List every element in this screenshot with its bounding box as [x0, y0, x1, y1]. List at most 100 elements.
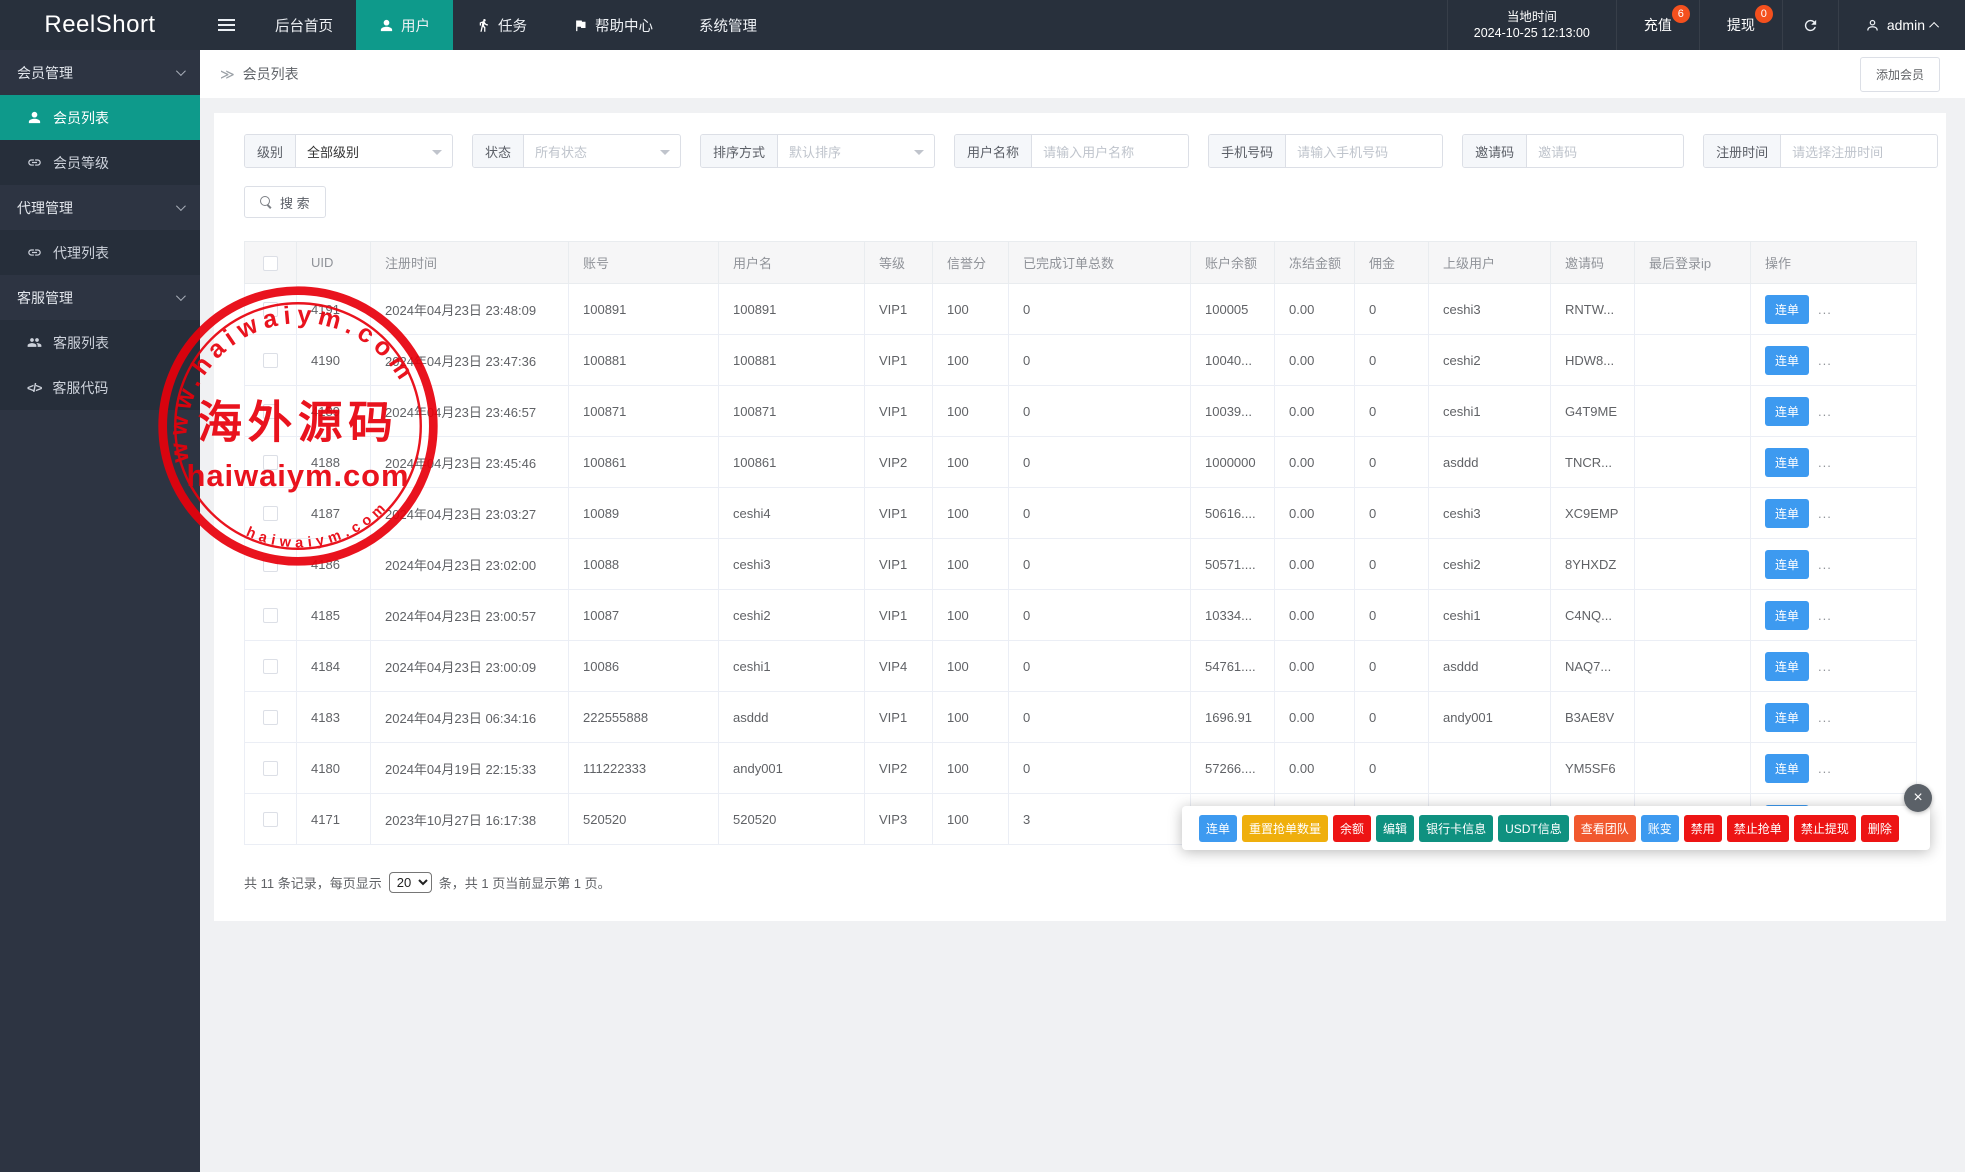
- sidebar-item-代理列表[interactable]: 代理列表: [0, 230, 200, 275]
- row-checkbox[interactable]: [263, 404, 278, 419]
- nav-tab-任务[interactable]: 任务: [453, 0, 550, 50]
- more-actions-button[interactable]: ...: [1818, 608, 1832, 623]
- table-cell: 0: [1009, 386, 1191, 437]
- liandan-button[interactable]: 连单: [1765, 397, 1809, 426]
- more-actions-button[interactable]: ...: [1818, 506, 1832, 521]
- filter-input-手机号码[interactable]: 请输入手机号码: [1286, 135, 1442, 167]
- add-member-button[interactable]: 添加会员: [1860, 57, 1940, 92]
- filter-用户名称: 用户名称请输入用户名称: [954, 134, 1189, 168]
- more-actions-button[interactable]: ...: [1818, 353, 1832, 368]
- sidebar-group-客服管理[interactable]: 客服管理: [0, 275, 200, 320]
- popup-action-银行卡信息[interactable]: 银行卡信息: [1419, 815, 1493, 842]
- table-cell: VIP1: [865, 386, 933, 437]
- table-row: 41882024年04月23日 23:45:46100861100861VIP2…: [245, 437, 1917, 488]
- sidebar-item-会员等级[interactable]: 会员等级: [0, 140, 200, 185]
- table-cell: [1635, 539, 1751, 590]
- popup-action-禁止提现[interactable]: 禁止提现: [1794, 815, 1856, 842]
- filter-input-邀请码[interactable]: 邀请码: [1527, 135, 1683, 167]
- table-row: 41802024年04月19日 22:15:33111222333andy001…: [245, 743, 1917, 794]
- row-checkbox[interactable]: [263, 710, 278, 725]
- liandan-button[interactable]: 连单: [1765, 448, 1809, 477]
- row-checkbox[interactable]: [263, 608, 278, 623]
- filter-input-注册时间[interactable]: 请选择注册时间: [1781, 135, 1937, 167]
- withdraw-nav-item[interactable]: 提现 0: [1699, 0, 1782, 50]
- filter-select-级别[interactable]: 全部级别: [296, 135, 452, 167]
- popup-action-编辑[interactable]: 编辑: [1376, 815, 1414, 842]
- table-cell: 0: [1355, 590, 1429, 641]
- popup-action-重置抢单数量[interactable]: 重置抢单数量: [1242, 815, 1328, 842]
- table-cell: VIP1: [865, 590, 933, 641]
- recharge-nav-item[interactable]: 充值 6: [1616, 0, 1699, 50]
- row-checkbox[interactable]: [263, 761, 278, 776]
- nav-tab-用户[interactable]: 用户: [356, 0, 453, 50]
- table-cell: 4187: [297, 488, 371, 539]
- row-checkbox[interactable]: [263, 506, 278, 521]
- table-cell: 0: [1009, 437, 1191, 488]
- more-actions-button[interactable]: ...: [1818, 404, 1832, 419]
- popup-action-禁止抢单[interactable]: 禁止抢单: [1727, 815, 1789, 842]
- filter-select-状态[interactable]: 所有状态: [524, 135, 680, 167]
- nav-tab-系统管理[interactable]: 系统管理: [676, 0, 780, 50]
- sidebar-group-label: 会员管理: [17, 63, 73, 83]
- table-cell: 0: [1355, 386, 1429, 437]
- popup-close-button[interactable]: ×: [1904, 784, 1932, 812]
- popup-action-禁用[interactable]: 禁用: [1684, 815, 1722, 842]
- code-icon: </>: [27, 381, 41, 395]
- nav-tab-后台首页[interactable]: 后台首页: [252, 0, 356, 50]
- more-actions-button[interactable]: ...: [1818, 761, 1832, 776]
- liandan-button[interactable]: 连单: [1765, 754, 1809, 783]
- table-cell: 0.00: [1275, 539, 1355, 590]
- filter-排序方式: 排序方式默认排序: [700, 134, 935, 168]
- more-actions-button[interactable]: ...: [1818, 302, 1832, 317]
- filter-input-用户名称[interactable]: 请输入用户名称: [1032, 135, 1188, 167]
- page-size-select[interactable]: 20: [389, 872, 432, 893]
- popup-action-查看团队[interactable]: 查看团队: [1574, 815, 1636, 842]
- more-actions-button[interactable]: ...: [1818, 659, 1832, 674]
- more-actions-button[interactable]: ...: [1818, 455, 1832, 470]
- table-cell: G4T9ME: [1551, 386, 1635, 437]
- liandan-button[interactable]: 连单: [1765, 703, 1809, 732]
- admin-user-menu[interactable]: admin: [1838, 0, 1965, 50]
- table-row: 41872024年04月23日 23:03:2710089ceshi4VIP11…: [245, 488, 1917, 539]
- liandan-button[interactable]: 连单: [1765, 346, 1809, 375]
- table-cell: B3AE8V: [1551, 692, 1635, 743]
- row-checkbox[interactable]: [263, 353, 278, 368]
- select-all-checkbox[interactable]: [263, 256, 278, 271]
- popup-action-连单[interactable]: 连单: [1199, 815, 1237, 842]
- sidebar-item-会员列表[interactable]: 会员列表: [0, 95, 200, 140]
- liandan-button[interactable]: 连单: [1765, 295, 1809, 324]
- liandan-button[interactable]: 连单: [1765, 652, 1809, 681]
- table-cell: 0: [1355, 641, 1429, 692]
- sidebar-group-代理管理[interactable]: 代理管理: [0, 185, 200, 230]
- table-cell: ceshi1: [1429, 386, 1551, 437]
- liandan-button[interactable]: 连单: [1765, 499, 1809, 528]
- filter-select-排序方式[interactable]: 默认排序: [778, 135, 934, 167]
- sidebar-item-客服代码[interactable]: </>客服代码: [0, 365, 200, 410]
- popup-action-删除[interactable]: 删除: [1861, 815, 1899, 842]
- row-checkbox[interactable]: [263, 455, 278, 470]
- more-actions-button[interactable]: ...: [1818, 710, 1832, 725]
- row-checkbox[interactable]: [263, 557, 278, 572]
- refresh-button[interactable]: [1782, 0, 1838, 50]
- table-cell: 2024年04月23日 23:46:57: [371, 386, 569, 437]
- table-cell: 2024年04月23日 23:02:00: [371, 539, 569, 590]
- row-select-cell: [245, 539, 297, 590]
- liandan-button[interactable]: 连单: [1765, 550, 1809, 579]
- row-action-cell: 连单...: [1751, 335, 1917, 386]
- nav-tab-帮助中心[interactable]: 帮助中心: [550, 0, 676, 50]
- more-actions-button[interactable]: ...: [1818, 557, 1832, 572]
- search-button[interactable]: 搜 索: [244, 186, 326, 218]
- liandan-button[interactable]: 连单: [1765, 601, 1809, 630]
- table-cell: 0: [1009, 641, 1191, 692]
- sidebar-toggle-button[interactable]: [200, 0, 252, 50]
- table-cell: 100871: [569, 386, 719, 437]
- sidebar-group-会员管理[interactable]: 会员管理: [0, 50, 200, 95]
- row-checkbox[interactable]: [263, 812, 278, 827]
- row-checkbox[interactable]: [263, 659, 278, 674]
- popup-action-余额[interactable]: 余额: [1333, 815, 1371, 842]
- popup-action-账变[interactable]: 账变: [1641, 815, 1679, 842]
- popup-action-USDT信息[interactable]: USDT信息: [1498, 815, 1569, 842]
- row-checkbox[interactable]: [263, 302, 278, 317]
- table-cell: 0: [1009, 743, 1191, 794]
- sidebar-item-客服列表[interactable]: 客服列表: [0, 320, 200, 365]
